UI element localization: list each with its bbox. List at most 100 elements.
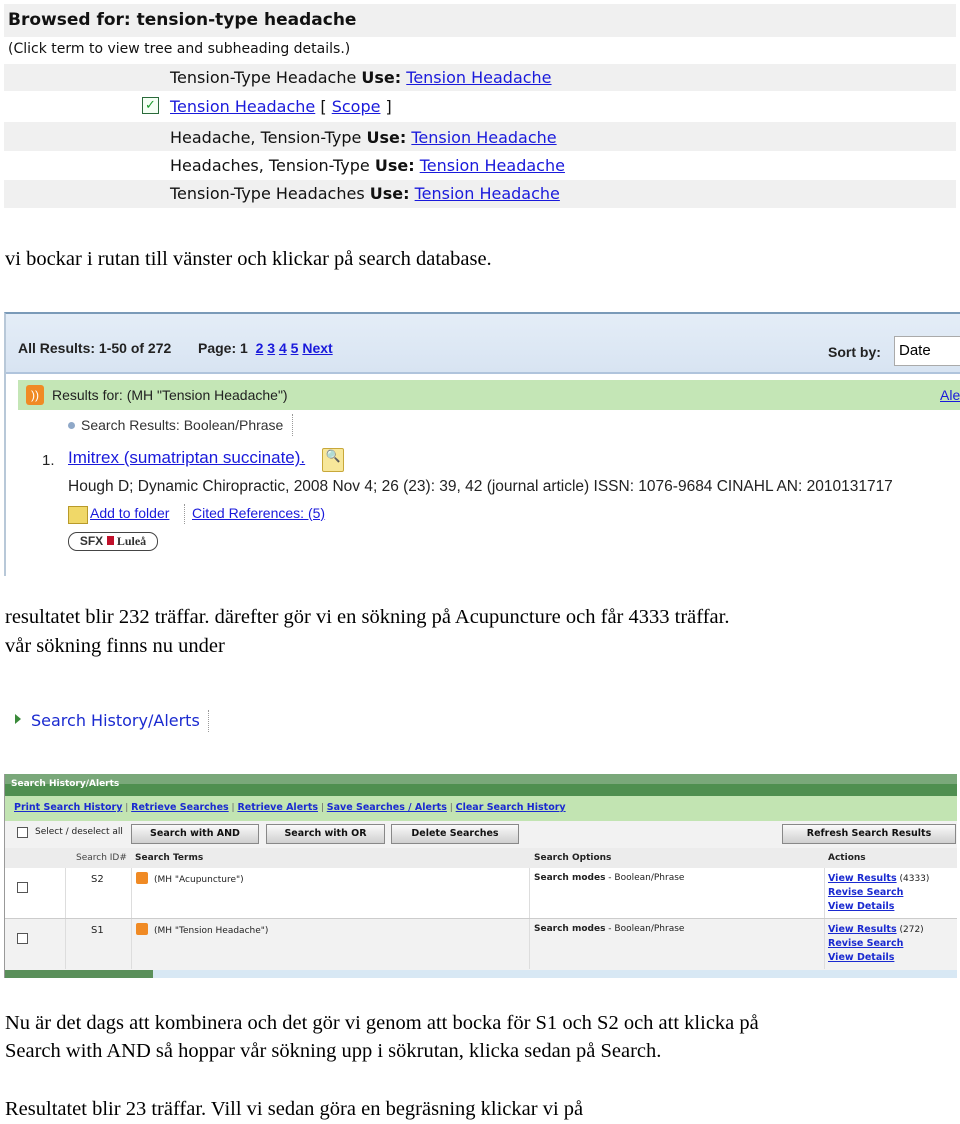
mode-value: - Boolean/Phrase [605, 924, 685, 934]
search-with-and-button[interactable]: Search with AND [131, 824, 259, 844]
view-results-link[interactable]: View Results [828, 873, 897, 884]
result-number: 1. [42, 452, 55, 469]
view-details-link[interactable]: View Details [828, 901, 894, 912]
paragraph: Nu är det dags att kombinera och det gör… [5, 1012, 759, 1034]
select-all-label: Select / deselect all [35, 827, 123, 837]
browse-hint-row: (Click term to view tree and subheading … [4, 37, 956, 63]
term: Headaches, Tension-Type [170, 156, 370, 175]
footer-tab [5, 970, 153, 978]
search-terms: (MH "Tension Headache") [154, 926, 269, 936]
use-label: Use: [374, 156, 415, 175]
expand-arrow-icon [15, 714, 21, 724]
print-history-link[interactable]: Print Search History [14, 802, 122, 813]
term-link[interactable]: Tension Headache [420, 156, 565, 175]
divider [208, 710, 209, 732]
page-label: Page: 1 [198, 340, 248, 356]
paragraph: vår sökning finns nu under [5, 635, 225, 657]
refresh-results-button[interactable]: Refresh Search Results [782, 824, 956, 844]
save-searches-link[interactable]: Save Searches / Alerts [327, 802, 447, 813]
sort-select[interactable]: Date [894, 336, 960, 366]
browse-row: Tension-Type Headache Use: Tension Heada… [4, 64, 956, 91]
delete-searches-button[interactable]: Delete Searches [391, 824, 519, 844]
use-label: Use: [366, 128, 407, 147]
term-link[interactable]: Tension Headache [415, 184, 560, 203]
term-link[interactable]: Tension Headache [170, 97, 315, 116]
revise-search-link[interactable]: Revise Search [828, 938, 903, 949]
select-all-checkbox[interactable] [17, 827, 28, 838]
divider [292, 414, 293, 436]
divider [184, 504, 185, 524]
use-label: Use: [361, 68, 402, 87]
mode-label: Search modes [534, 873, 606, 883]
col-id: Search ID# [76, 853, 127, 863]
history-row: S1 (MH "Tension Headache") Search modes … [5, 919, 957, 969]
term: Headache, Tension-Type [170, 128, 362, 147]
result-title-link[interactable]: Imitrex (sumatriptan succinate). [68, 448, 305, 468]
browse-header: Browsed for: tension-type headache [4, 4, 956, 37]
alert-link[interactable]: Ale [940, 387, 960, 403]
search-with-or-button[interactable]: Search with OR [266, 824, 385, 844]
result-details: Hough D; Dynamic Chiropractic, 2008 Nov … [68, 478, 893, 495]
search-history-link[interactable]: Search History/Alerts [31, 711, 200, 730]
preview-magnifier-icon[interactable]: 🔍 [322, 448, 344, 472]
browse-row-selected: ✓ Tension Headache [ Scope ] [4, 91, 956, 122]
page-link[interactable]: 4 [279, 340, 287, 356]
bracket: ] [385, 97, 392, 116]
browse-row: Headaches, Tension-Type Use: Tension Hea… [4, 151, 956, 180]
col-options: Search Options [534, 853, 612, 863]
browse-row: Headache, Tension-Type Use: Tension Head… [4, 122, 956, 151]
bracket: [ [320, 97, 327, 116]
paragraph: resultatet blir 232 träffar. därefter gö… [5, 606, 730, 628]
cited-references-link[interactable]: Cited References: (5) [192, 505, 325, 521]
history-title: Search History/Alerts [11, 779, 120, 789]
retrieve-alerts-link[interactable]: Retrieve Alerts [237, 802, 318, 813]
results-count: All Results: 1-50 of 272 [18, 340, 172, 356]
term-checkbox[interactable]: ✓ [142, 97, 159, 114]
col-terms: Search Terms [135, 853, 204, 863]
page-link[interactable]: 2 [256, 340, 264, 356]
retrieve-searches-link[interactable]: Retrieve Searches [131, 802, 229, 813]
browse-row: Tension-Type Headaches Use: Tension Head… [4, 180, 956, 208]
add-to-folder-link[interactable]: Add to folder [90, 505, 169, 521]
view-results-link[interactable]: View Results [828, 924, 897, 935]
term-link[interactable]: Tension Headache [406, 68, 551, 87]
browse-title: Browsed for: tension-type headache [8, 10, 357, 30]
search-terms: (MH "Acupuncture") [154, 875, 244, 885]
results-for: Results for: (MH "Tension Headache") [52, 387, 288, 403]
paragraph: vi bockar i rutan till vänster och klick… [5, 248, 492, 270]
results-panel: All Results: 1-50 of 272 Page: 1 2 3 4 5… [4, 312, 960, 576]
page-link[interactable]: 3 [267, 340, 275, 356]
search-id: S2 [91, 874, 104, 885]
view-details-link[interactable]: View Details [828, 952, 894, 963]
results-for-bar: )) Results for: (MH "Tension Headache") … [18, 380, 960, 410]
results-toolbar: All Results: 1-50 of 272 Page: 1 2 3 4 5… [6, 314, 960, 374]
result-count: (4333) [899, 874, 930, 884]
sfx-library: Luleå [116, 534, 147, 548]
term: Tension-Type Headaches [170, 184, 365, 203]
history-links: Print Search History | Retrieve Searches… [5, 796, 957, 821]
history-row: S2 (MH "Acupuncture") Search modes - Boo… [5, 868, 957, 919]
scope-link[interactable]: Scope [332, 97, 381, 116]
mode-value: - Boolean/Phrase [605, 873, 685, 883]
clear-history-link[interactable]: Clear Search History [456, 802, 566, 813]
search-history-panel: Search History/Alerts Print Search Histo… [4, 774, 957, 978]
history-header: Search History/Alerts [5, 774, 957, 796]
search-mode: Search Results: Boolean/Phrase [81, 417, 284, 433]
row-checkbox[interactable] [17, 882, 28, 893]
next-link[interactable]: Next [302, 340, 332, 356]
paragraph: Resultatet blir 23 träffar. Vill vi seda… [5, 1098, 584, 1120]
rss-icon[interactable] [136, 872, 148, 884]
row-checkbox[interactable] [17, 933, 28, 944]
term-link[interactable]: Tension Headache [411, 128, 556, 147]
page-link[interactable]: 5 [291, 340, 299, 356]
col-actions: Actions [828, 853, 866, 863]
rss-icon[interactable] [136, 923, 148, 935]
bullet-icon [68, 422, 75, 429]
folder-icon [68, 506, 88, 524]
column-headers: Search ID# Search Terms Search Options A… [5, 848, 957, 868]
sfx-link-button[interactable]: SFX Luleå [68, 532, 158, 551]
revise-search-link[interactable]: Revise Search [828, 887, 903, 898]
browse-hint: (Click term to view tree and subheading … [8, 41, 351, 57]
rss-icon[interactable]: )) [26, 385, 44, 405]
result-count: (272) [899, 925, 924, 935]
